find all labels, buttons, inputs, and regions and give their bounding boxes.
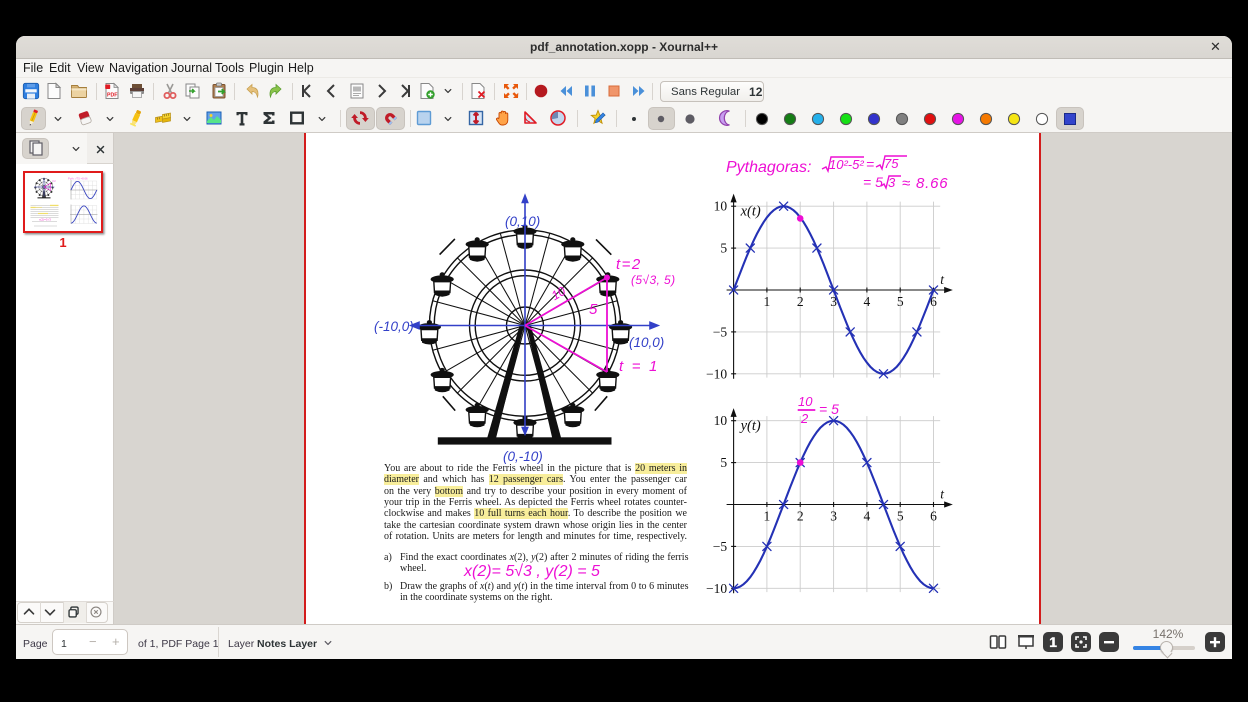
- svg-text:10: 10: [798, 394, 813, 409]
- svg-text:t = 1: t = 1: [619, 358, 660, 375]
- svg-text:2: 2: [797, 294, 804, 309]
- svg-text:5: 5: [720, 455, 727, 470]
- svg-text:10²-5²: 10²-5²: [829, 157, 864, 172]
- svg-text:10: 10: [714, 413, 728, 428]
- svg-text:PDF: PDF: [107, 93, 117, 99]
- svg-text:−5: −5: [713, 324, 728, 339]
- svg-text:75: 75: [884, 156, 899, 171]
- svg-text:Pyth: √75 ≈8.66: Pyth: √75 ≈8.66: [68, 176, 88, 180]
- svg-text:5: 5: [589, 301, 598, 318]
- svg-text:5: 5: [897, 509, 904, 524]
- svg-text:4: 4: [864, 509, 871, 524]
- svg-text:4: 4: [864, 294, 871, 309]
- svg-text:x(2)=5√3: x(2)=5√3: [39, 217, 51, 221]
- svg-text:5: 5: [720, 241, 727, 256]
- svg-text:3: 3: [830, 509, 837, 524]
- svg-text:1: 1: [764, 509, 771, 524]
- svg-text:= 5: = 5: [819, 401, 839, 417]
- svg-text:(-10,0): (-10,0): [374, 319, 414, 334]
- svg-text:6: 6: [930, 509, 937, 524]
- svg-text:(5√3, 5): (5√3, 5): [631, 273, 675, 287]
- svg-text:−5: −5: [713, 539, 728, 554]
- svg-text:t: t: [940, 487, 945, 502]
- svg-text:t: t: [940, 272, 945, 287]
- svg-text:−10: −10: [706, 581, 727, 596]
- svg-text:5: 5: [897, 294, 904, 309]
- svg-text:≈ 8.66: ≈ 8.66: [902, 175, 948, 192]
- svg-text:x(t): x(t): [740, 203, 761, 219]
- svg-text:2: 2: [800, 411, 809, 426]
- svg-text:2: 2: [797, 509, 804, 524]
- svg-text:y(t): y(t): [739, 418, 761, 434]
- svg-text:(0,-10): (0,-10): [503, 449, 543, 464]
- svg-text:t=2: t=2: [52, 179, 56, 183]
- svg-text:Pythagoras:: Pythagoras:: [726, 159, 811, 176]
- svg-text:1: 1: [764, 294, 771, 309]
- svg-text:10: 10: [714, 199, 728, 214]
- svg-text:(0,10): (0,10): [505, 214, 540, 229]
- svg-text:t=2: t=2: [616, 256, 642, 273]
- svg-text:(10,0): (10,0): [629, 335, 664, 350]
- svg-text:−10: −10: [706, 366, 727, 381]
- svg-text:= 5: = 5: [863, 174, 883, 190]
- svg-text:=: =: [866, 156, 874, 172]
